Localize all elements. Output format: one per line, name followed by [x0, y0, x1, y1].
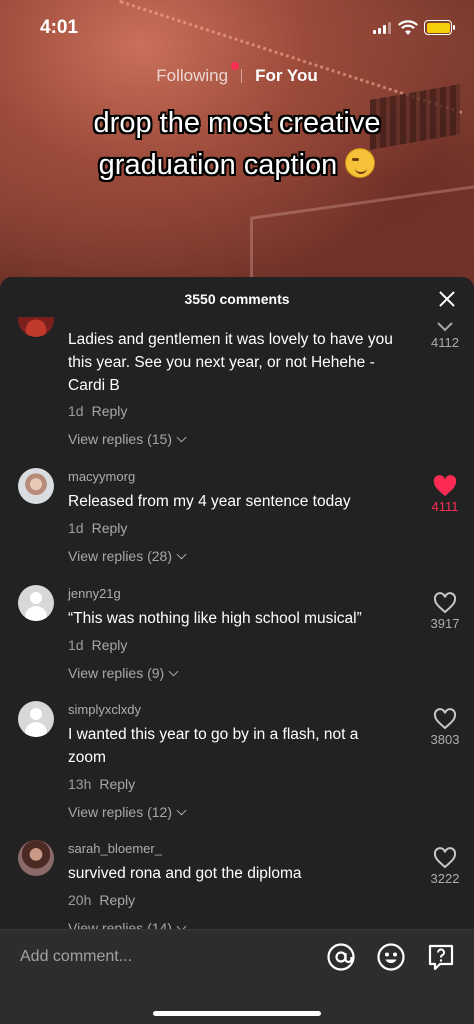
comment-text: survived rona and got the diploma	[68, 865, 302, 882]
comments-header: 3550 comments	[0, 277, 474, 321]
comment-username[interactable]: simplyxclxdy	[68, 702, 141, 717]
heart-filled-icon	[433, 475, 457, 496]
comment-time: 13h	[68, 776, 92, 792]
smirk-emoji-icon	[345, 148, 376, 178]
comment-username[interactable]: macyymorg	[68, 469, 135, 484]
comment-text: “This was nothing like high school music…	[68, 610, 362, 627]
reply-button[interactable]: Reply	[92, 637, 128, 653]
avatar[interactable]	[18, 585, 54, 621]
close-icon[interactable]	[438, 290, 456, 308]
view-replies-button[interactable]: View replies (12)	[68, 804, 187, 820]
view-replies-button[interactable]: View replies (15)	[68, 431, 187, 447]
video-caption: drop the most creative graduation captio…	[0, 102, 474, 186]
comment-time: 1d	[68, 520, 84, 536]
avatar[interactable]	[18, 840, 54, 876]
avatar[interactable]	[18, 317, 54, 337]
tab-following-label: Following	[156, 66, 229, 85]
view-replies-button[interactable]: View replies (28)	[68, 548, 187, 564]
comment-text: Ladies and gentlemen it was lovely to ha…	[68, 331, 393, 394]
like-button[interactable]: 4111	[420, 475, 470, 514]
comment-text: I wanted this year to go by in a flash, …	[68, 726, 359, 766]
like-button[interactable]: 3222	[420, 847, 470, 886]
emoji-icon[interactable]	[376, 942, 406, 972]
question-sticker-icon[interactable]	[426, 942, 456, 972]
comment-input-bar: Add comment...	[0, 929, 474, 1024]
chevron-down-icon	[176, 549, 187, 560]
heart-outline-icon	[433, 708, 457, 730]
caption-line-2-wrap: graduation caption	[0, 144, 474, 186]
comment-username[interactable]: jenny21g	[68, 586, 121, 601]
add-comment-input[interactable]: Add comment...	[20, 948, 132, 966]
heart-outline-icon	[433, 847, 457, 869]
view-replies-button[interactable]: View replies (9)	[68, 665, 179, 681]
tab-for-you[interactable]: For You	[246, 62, 327, 90]
chevron-down-icon	[176, 432, 187, 443]
like-count: 4112	[431, 335, 459, 350]
caption-line-1: drop the most creative	[93, 107, 381, 139]
comment-meta: 1d Reply	[68, 637, 127, 653]
view-replies-label: View replies (9)	[68, 665, 165, 681]
comment-meta: 1d Reply	[68, 403, 127, 419]
reply-button[interactable]: Reply	[99, 892, 135, 908]
comment-text: Released from my 4 year sentence today	[68, 493, 351, 510]
like-button[interactable]: 3917	[420, 592, 470, 631]
avatar[interactable]	[18, 468, 54, 504]
reply-button[interactable]: Reply	[99, 776, 135, 792]
tab-following[interactable]: Following	[147, 62, 240, 90]
comment-meta: 1d Reply	[68, 520, 127, 536]
caption-line-2: graduation caption	[98, 149, 338, 181]
comment-time: 20h	[68, 892, 92, 908]
comment-username[interactable]: sarah_bloemer_	[68, 841, 162, 856]
reply-button[interactable]: Reply	[92, 403, 128, 419]
comments-count-title: 3550 comments	[184, 291, 290, 307]
reply-button[interactable]: Reply	[92, 520, 128, 536]
chevron-down-icon	[176, 805, 187, 816]
home-indicator[interactable]	[153, 1011, 321, 1016]
like-count: 3803	[430, 732, 460, 747]
comment-meta: 20h Reply	[68, 892, 135, 908]
avatar[interactable]	[18, 701, 54, 737]
like-count: 3222	[430, 871, 460, 886]
comments-panel: 3550 comments Ladies and gentlemen it wa…	[0, 277, 474, 1024]
mention-icon[interactable]	[326, 942, 356, 972]
view-replies-label: View replies (12)	[68, 804, 173, 820]
notification-dot	[231, 62, 240, 70]
comments-list[interactable]: Ladies and gentlemen it was lovely to ha…	[0, 317, 474, 930]
chevron-down-icon[interactable]	[436, 321, 454, 333]
view-replies-label: View replies (15)	[68, 431, 173, 447]
heart-outline-icon	[433, 592, 457, 614]
status-bar: 4:01	[0, 0, 474, 54]
comment-time: 1d	[68, 403, 84, 419]
tab-divider	[241, 69, 243, 83]
comment-meta: 13h Reply	[68, 776, 135, 792]
cellular-signal-icon	[373, 22, 391, 34]
wifi-icon	[398, 20, 418, 35]
like-button[interactable]: 4112	[420, 333, 470, 350]
feed-tabs: Following For You	[0, 62, 474, 90]
chevron-down-icon	[168, 666, 179, 677]
status-time: 4:01	[40, 17, 79, 38]
battery-icon	[424, 20, 455, 35]
like-count: 3917	[430, 616, 460, 631]
like-count: 4111	[431, 499, 459, 514]
like-button[interactable]: 3803	[420, 708, 470, 747]
view-replies-label: View replies (28)	[68, 548, 173, 564]
comment-time: 1d	[68, 637, 84, 653]
